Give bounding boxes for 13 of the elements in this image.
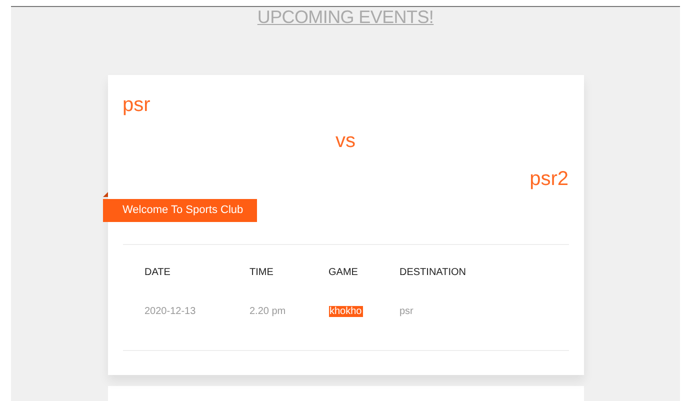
column-header: TIME <box>250 267 274 278</box>
team-name: psr <box>122 94 150 116</box>
team-name: psr2 <box>530 168 568 190</box>
table-cell: 2.20 pm <box>250 306 286 318</box>
page-heading: UPCOMING EVENTS! <box>257 7 434 27</box>
game-tag: khokho <box>328 306 363 318</box>
table-cell: 2020-12-13 <box>144 306 196 318</box>
ribbon-banner: Welcome To Sports Club <box>102 199 258 222</box>
versus-label: vs <box>336 130 356 152</box>
column-header: GAME <box>328 267 358 278</box>
table-cell: psr <box>400 306 414 318</box>
column-header: DESTINATION <box>400 267 466 278</box>
column-header: DATE <box>144 267 170 278</box>
